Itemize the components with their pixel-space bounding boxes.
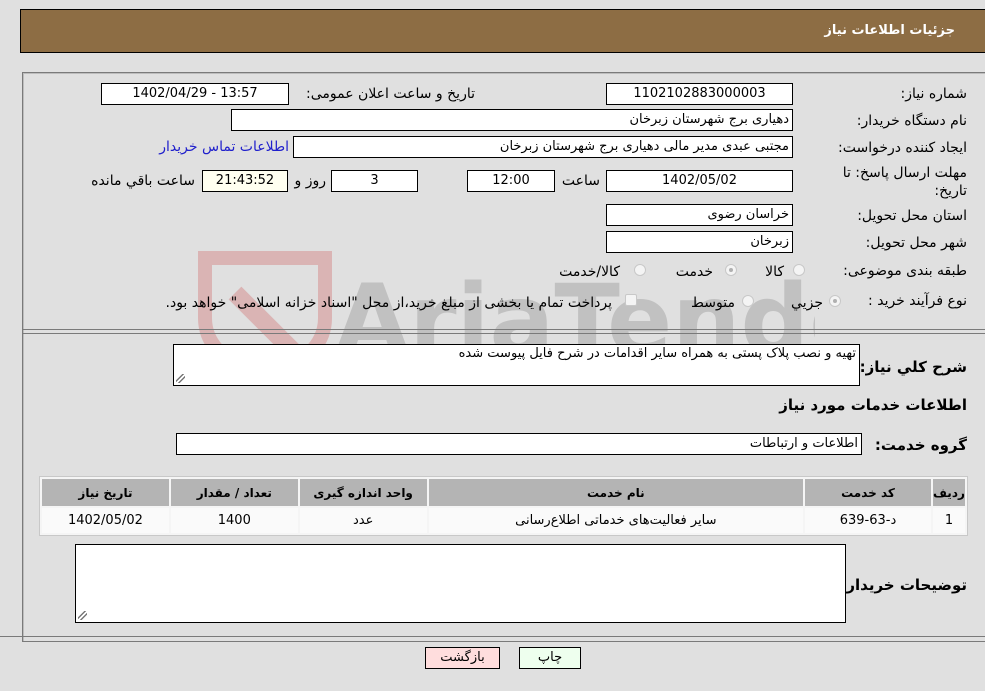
category-label: طبقه بندی موضوعی: bbox=[843, 263, 967, 279]
description-textarea[interactable]: تهیه و نصب پلاک پستی به همراه سایر اقدام… bbox=[173, 344, 860, 386]
category-radio-goods-service[interactable] bbox=[634, 264, 646, 276]
col-header-row-number: ردیف bbox=[932, 479, 965, 506]
table-header-row: ردیف کد خدمت نام خدمت واحد اندازه گیری ت… bbox=[42, 479, 965, 506]
cell-row-number: 1 bbox=[932, 508, 965, 533]
purchase-type-radio-minor[interactable] bbox=[829, 295, 841, 307]
cell-service-code: د-63-639 bbox=[805, 508, 931, 533]
purchase-type-label: نوع فرآیند خرید : bbox=[868, 293, 967, 309]
category-option-goods: کالا bbox=[765, 264, 784, 280]
resize-grip-icon[interactable] bbox=[78, 611, 87, 620]
delivery-city-field: زبرخان bbox=[606, 231, 793, 253]
buyer-notes-label: توضیحات خریدار: bbox=[840, 576, 967, 594]
remaining-days-field: 3 bbox=[331, 170, 418, 192]
cell-service-name: سایر فعالیت‌های خدماتی اطلاع‌رسانی bbox=[428, 508, 804, 533]
col-header-quantity: تعداد / مقدار bbox=[170, 479, 298, 506]
purchase-type-option-medium: متوسط bbox=[691, 295, 735, 311]
services-table: ردیف کد خدمت نام خدمت واحد اندازه گیری ت… bbox=[39, 476, 968, 536]
need-number-field: 1102102883000003 bbox=[606, 83, 793, 105]
deadline-date-field: 1402/05/02 bbox=[606, 170, 793, 192]
buyer-org-label: نام دستگاه خریدار: bbox=[856, 113, 967, 129]
table-row: 1 د-63-639 سایر فعالیت‌های خدماتی اطلاع‌… bbox=[42, 508, 965, 533]
delivery-province-field: خراسان رضوی bbox=[606, 204, 793, 226]
buyer-org-field: دهیاری برج شهرستان زبرخان bbox=[231, 109, 793, 131]
treasury-checkbox[interactable] bbox=[625, 294, 637, 306]
purchase-type-radio-medium[interactable] bbox=[742, 295, 754, 307]
description-text: تهیه و نصب پلاک پستی به همراه سایر اقدام… bbox=[458, 346, 856, 361]
deadline-label-date: تاریخ: bbox=[934, 183, 967, 199]
col-header-need-date: تاریخ نیاز bbox=[42, 479, 169, 506]
buyer-contact-link[interactable]: اطلاعات تماس خریدار bbox=[159, 139, 289, 155]
delivery-province-label: استان محل تحویل: bbox=[857, 208, 967, 224]
days-label: روز و bbox=[294, 173, 327, 189]
col-header-service-code: کد خدمت bbox=[805, 479, 931, 506]
category-radio-goods[interactable] bbox=[793, 264, 805, 276]
category-radio-service[interactable] bbox=[725, 264, 737, 276]
description-label: شرح کلي نياز: bbox=[859, 358, 967, 376]
separator bbox=[22, 329, 985, 330]
category-option-goods-service: کالا/خدمت bbox=[559, 264, 620, 280]
deadline-time-field: 12:00 bbox=[467, 170, 555, 192]
services-heading: اطلاعات خدمات مورد نیاز bbox=[779, 396, 967, 414]
buyer-notes-textarea[interactable] bbox=[75, 544, 846, 623]
treasury-note: پرداخت تمام یا بخشی از مبلغ خرید،از محل … bbox=[165, 295, 612, 311]
remaining-label: ساعت باقي مانده bbox=[91, 173, 195, 189]
footer-separator bbox=[0, 636, 985, 637]
announce-datetime-field: 1402/04/29 - 13:57 bbox=[101, 83, 289, 105]
purchase-type-option-minor: جزيي bbox=[791, 295, 823, 311]
cell-unit: عدد bbox=[299, 508, 427, 533]
service-group-label: گروه خدمت: bbox=[874, 436, 967, 454]
back-button[interactable]: بازگشت bbox=[425, 647, 500, 669]
category-option-service: خدمت bbox=[675, 264, 713, 280]
resize-grip-icon[interactable] bbox=[176, 374, 185, 383]
announce-datetime-label: تاریخ و ساعت اعلان عمومی: bbox=[306, 86, 475, 102]
remaining-time-field: 21:43:52 bbox=[202, 170, 288, 192]
requester-field: مجتبی عبدی مدیر مالی دهیاری برج شهرستان … bbox=[293, 136, 793, 158]
deadline-label: مهلت ارسال پاسخ: تا bbox=[842, 165, 967, 181]
service-group-field: اطلاعات و ارتباطات bbox=[176, 433, 862, 455]
delivery-city-label: شهر محل تحویل: bbox=[865, 235, 967, 251]
need-number-label: شماره نیاز: bbox=[900, 86, 968, 102]
col-header-unit: واحد اندازه گیری bbox=[299, 479, 427, 506]
separator bbox=[22, 333, 985, 334]
print-button[interactable]: چاپ bbox=[519, 647, 581, 669]
page-title: جزئیات اطلاعات نیاز bbox=[824, 23, 955, 38]
col-header-service-name: نام خدمت bbox=[428, 479, 804, 506]
requester-label: ایجاد کننده درخواست: bbox=[838, 140, 967, 156]
cell-quantity: 1400 bbox=[170, 508, 298, 533]
deadline-time-label: ساعت bbox=[561, 173, 600, 189]
cell-need-date: 1402/05/02 bbox=[42, 508, 169, 533]
